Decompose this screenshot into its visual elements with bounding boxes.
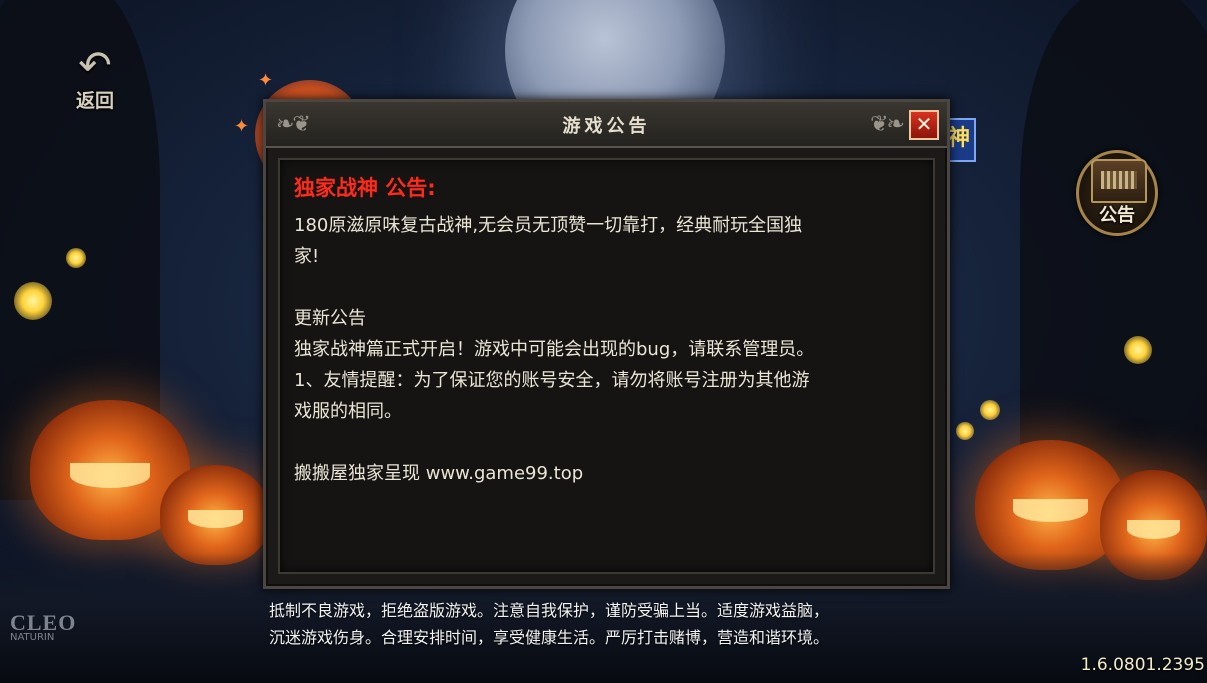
announcement-line: 家! xyxy=(294,246,320,267)
tree-silhouette-right xyxy=(1020,0,1207,490)
firefly xyxy=(1124,336,1152,364)
back-label: 返回 xyxy=(75,90,114,112)
announcement-dialog: ❧❦ 游戏公告 ❦❧ ✕ 独家战神 公告: 180原滋原味复古战神,无会员无顶赞… xyxy=(263,99,950,589)
firefly xyxy=(66,248,86,268)
dialog-body: 独家战神 公告: 180原滋原味复古战神,无会员无顶赞一切靠打，经典耐玩全国独 … xyxy=(278,158,935,574)
dialog-header: ❧❦ 游戏公告 ❦❧ ✕ xyxy=(266,102,947,148)
health-notice-line: 抵制不良游戏，拒绝盗版游戏。注意自我保护，谨防受骗上当。适度游戏益脑， xyxy=(269,601,830,620)
version-label: 1.6.0801.2395 xyxy=(1080,655,1205,675)
pumpkin xyxy=(160,465,270,565)
sparkle-icon: ✦ xyxy=(258,70,274,91)
health-gaming-notice: 抵制不良游戏，拒绝盗版游戏。注意自我保护，谨防受骗上当。适度游戏益脑， 沉迷游戏… xyxy=(269,597,969,651)
health-notice-line: 沉迷游戏伤身。合理安排时间，享受健康生活。严厉打击赌博，营造和谐环境。 xyxy=(269,628,830,647)
back-arrow-icon: ↶ xyxy=(78,43,112,89)
announcement-line: 独家战神篇正式开启！游戏中可能会出现的bug，请联系管理员。 xyxy=(294,339,815,360)
firefly xyxy=(980,400,1000,420)
back-button[interactable]: ↶ 返回 xyxy=(68,46,122,116)
sparkle-icon: ✦ xyxy=(234,116,250,137)
announcement-line: 搬搬屋独家呈现 www.game99.top xyxy=(294,463,584,484)
announcement-line: 戏服的相同。 xyxy=(294,401,402,422)
announcement-button[interactable]: 公告 xyxy=(1076,150,1158,236)
firefly xyxy=(14,282,52,320)
announcement-line: 1、友情提醒：为了保证您的账号安全，请勿将账号注册为其他游 xyxy=(294,370,810,391)
announcement-heading: 独家战神 公告: xyxy=(294,176,436,200)
brand-logo: CLEO NATURIN xyxy=(10,610,76,643)
announcement-label: 公告 xyxy=(1099,205,1135,226)
close-button[interactable]: ✕ xyxy=(909,110,939,140)
firefly xyxy=(956,422,974,440)
dialog-title: 游戏公告 xyxy=(562,116,651,137)
announcement-line: 180原滋原味复古战神,无会员无顶赞一切靠打，经典耐玩全国独 xyxy=(294,215,803,236)
announcement-line: 更新公告 xyxy=(294,308,366,329)
notice-board-icon xyxy=(1091,159,1147,203)
scroll-ornament-icon: ❦❧ xyxy=(870,112,905,137)
